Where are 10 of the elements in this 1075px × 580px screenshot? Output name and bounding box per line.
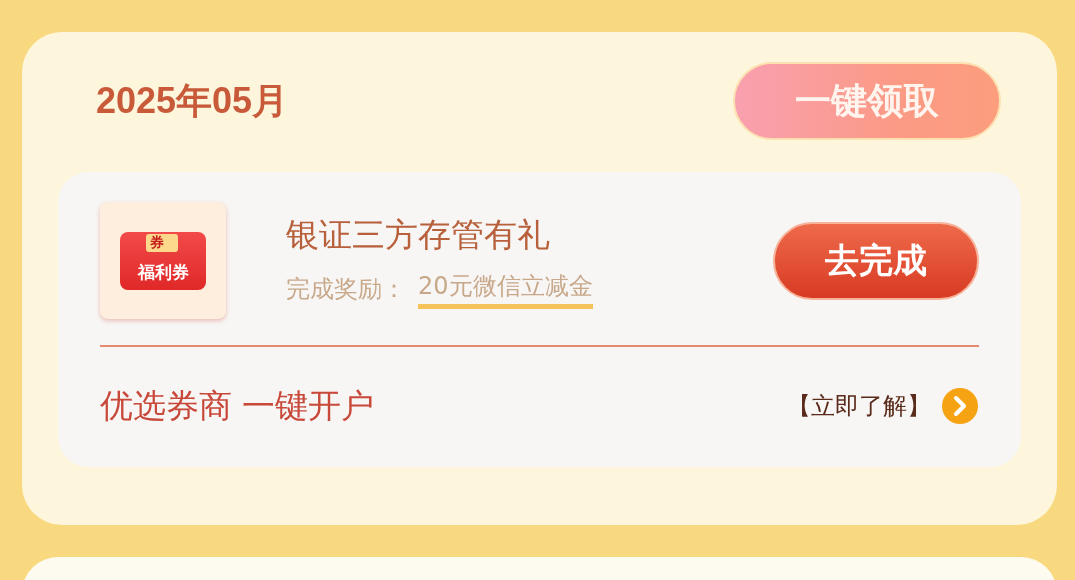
slogan-text: 优选券商 一键开户 [100, 384, 376, 427]
month-title: 2025年05月 [96, 78, 289, 123]
claim-all-button[interactable]: 一键领取 [733, 62, 1001, 140]
learn-more-link[interactable]: 【立即了解】 [787, 390, 931, 422]
coupon-icon: 券 福利券 [100, 202, 226, 319]
chevron-right-icon[interactable] [941, 387, 979, 425]
complete-button[interactable]: 去完成 [773, 221, 979, 300]
reward-value: 20元微信立减金 [418, 269, 593, 309]
task-title: 银证三方存管有礼 [286, 213, 551, 256]
reward-label: 完成奖励： [286, 274, 406, 305]
